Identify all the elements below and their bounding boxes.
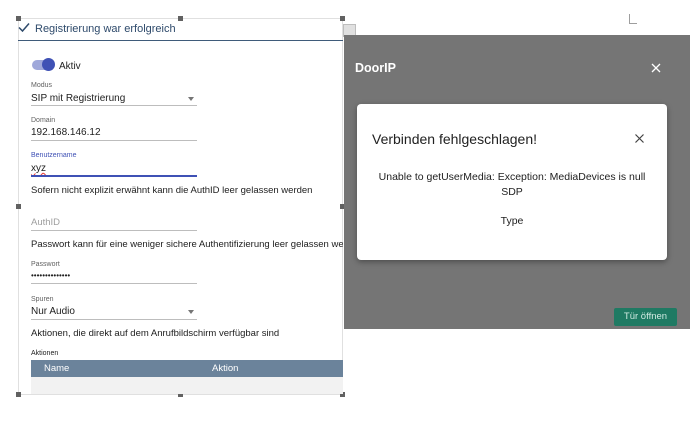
username-label: Benutzername: [31, 152, 77, 159]
chevron-down-icon: [188, 97, 194, 101]
domain-underline: [31, 140, 197, 141]
actions-table-label: Aktionen: [31, 350, 59, 357]
success-banner: Registrierung war erfolgreich: [18, 18, 343, 41]
dialog-message-line1: Unable to getUserMedia: Exception: Media…: [378, 171, 646, 183]
authid-field[interactable]: AuthID: [31, 217, 60, 228]
dialog-message-line2: SDP: [501, 186, 523, 198]
preview-title: DoorIP: [355, 61, 396, 75]
tracks-underline: [31, 319, 197, 320]
actions-table-header: Name Aktion: [31, 360, 343, 377]
authid-hint: Sofern nicht explizit erwähnt kann die A…: [31, 185, 313, 196]
username-field[interactable]: xyz: [31, 163, 46, 174]
actions-table-body: [31, 377, 343, 394]
actions-hint: Aktionen, die direkt auf dem Anrufbildsc…: [31, 328, 280, 339]
dialog-title: Verbinden fehlgeschlagen!: [372, 131, 538, 147]
column-header-action[interactable]: Aktion: [212, 363, 238, 374]
username-underline: [31, 175, 197, 177]
corner-marker: [629, 14, 637, 24]
active-toggle[interactable]: [32, 58, 55, 71]
domain-field[interactable]: 192.168.146.12: [31, 127, 101, 138]
check-icon: [18, 23, 30, 33]
error-dialog: Verbinden fehlgeschlagen! Unable to getU…: [357, 104, 667, 260]
password-underline: [31, 283, 197, 284]
toggle-knob: [42, 58, 55, 71]
password-field[interactable]: ••••••••••••••: [31, 271, 70, 280]
tracks-label: Spuren: [31, 296, 54, 303]
close-icon[interactable]: [650, 62, 662, 74]
success-message: Registrierung war erfolgreich: [35, 23, 176, 35]
mode-select[interactable]: SIP mit Registrierung: [31, 93, 125, 104]
column-header-name[interactable]: Name: [44, 363, 69, 374]
password-label: Passwort: [31, 261, 60, 268]
authid-underline: [31, 230, 197, 231]
dialog-type: Type: [500, 215, 524, 227]
dialog-message: Unable to getUserMedia: Exception: Media…: [357, 170, 667, 200]
mode-label: Modus: [31, 82, 53, 89]
open-door-button[interactable]: Tür öffnen: [614, 308, 677, 326]
password-hint: Passwort kann für eine weniger sichere A…: [31, 239, 343, 250]
active-toggle-label: Aktiv: [59, 61, 81, 72]
chevron-down-icon: [188, 310, 194, 314]
domain-label: Domain: [31, 117, 56, 124]
close-icon[interactable]: [634, 133, 645, 144]
editor-panel: Registrierung war erfolgreich Aktiv Modu…: [18, 18, 343, 395]
mode-underline: [31, 105, 197, 106]
tracks-select[interactable]: Nur Audio: [31, 306, 75, 317]
